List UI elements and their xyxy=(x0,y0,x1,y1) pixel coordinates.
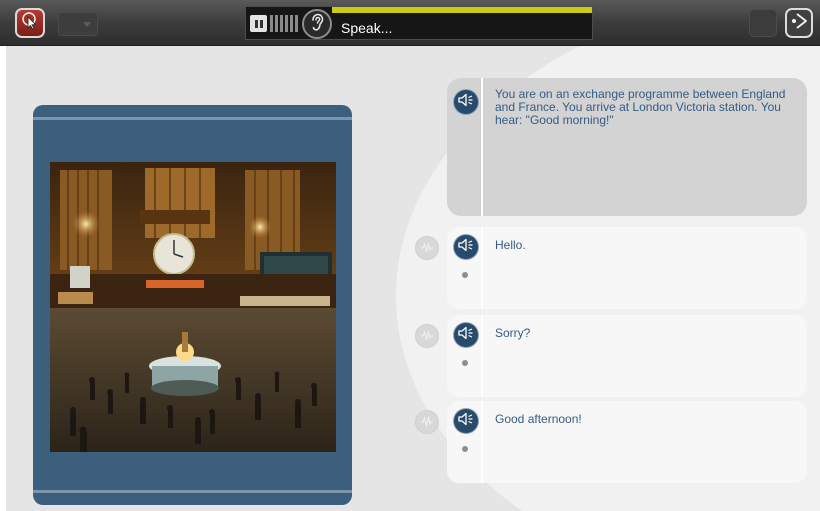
next-icon xyxy=(789,11,809,36)
prompt-card: You are on an exchange programme between… xyxy=(447,78,807,216)
play-option-audio-button[interactable] xyxy=(454,323,478,347)
panel-divider-bottom xyxy=(33,490,352,493)
toolbar-button-disabled xyxy=(749,9,777,37)
play-option-audio-button[interactable] xyxy=(454,409,478,433)
answer-option[interactable]: Hello. xyxy=(447,227,807,309)
waveform-icon xyxy=(421,241,433,253)
answer-option[interactable]: Good afternoon! xyxy=(447,401,807,483)
speak-label: Speak... xyxy=(341,20,393,36)
pointer-tool-button[interactable] xyxy=(15,8,45,38)
prompt-text: You are on an exchange programme between… xyxy=(495,87,786,127)
record-answer-button-1 xyxy=(415,236,439,260)
listen-button[interactable] xyxy=(302,9,332,39)
answer-option[interactable]: Sorry? xyxy=(447,315,807,397)
speaker-icon xyxy=(458,326,474,345)
speaker-icon xyxy=(458,93,474,112)
record-answer-button-2 xyxy=(415,324,439,348)
option-label: Hello. xyxy=(495,238,526,252)
option-label: Sorry? xyxy=(495,326,531,340)
pointer-icon xyxy=(22,11,38,35)
pause-button[interactable] xyxy=(250,15,267,32)
waveform-icon xyxy=(421,415,433,427)
panel-divider-top xyxy=(33,117,352,120)
status-dot xyxy=(462,446,468,452)
media-panel xyxy=(33,105,352,505)
waveform-icon xyxy=(421,329,433,341)
status-dot xyxy=(462,360,468,366)
speaker-icon xyxy=(458,238,474,257)
play-prompt-audio-button[interactable] xyxy=(454,90,478,114)
status-dot xyxy=(462,272,468,278)
recording-progress-bar xyxy=(332,7,592,13)
play-option-audio-button[interactable] xyxy=(454,235,478,259)
option-label: Good afternoon! xyxy=(495,412,582,426)
station-photo xyxy=(50,162,336,452)
next-button[interactable] xyxy=(785,8,813,38)
speak-panel: Speak... xyxy=(245,6,593,40)
top-toolbar: Speak... xyxy=(0,0,820,46)
record-answer-button-3 xyxy=(415,410,439,434)
exercise-area: You are on an exchange programme between… xyxy=(6,46,820,511)
dropdown-button-disabled xyxy=(58,12,98,36)
pause-icon xyxy=(254,19,258,28)
audio-level-meter xyxy=(270,15,298,32)
speaker-icon xyxy=(458,412,474,431)
recording-progress-fill xyxy=(332,7,592,13)
ear-icon xyxy=(310,13,324,36)
